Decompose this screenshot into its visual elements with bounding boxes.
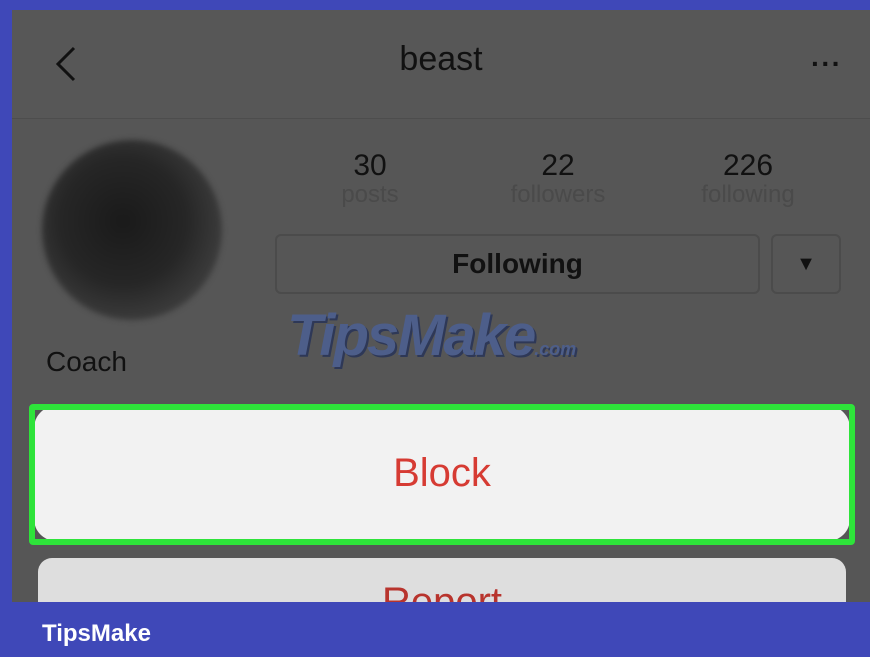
more-dots-icon[interactable]: ···	[811, 48, 842, 80]
stat-followers-label: followers	[510, 181, 606, 208]
watermark-logo: TipsMake.com	[287, 302, 576, 369]
stat-following-value: 226	[722, 149, 774, 182]
stat-followers-value: 22	[541, 149, 575, 182]
avatar[interactable]	[42, 140, 222, 320]
watermark-text: TipsMake	[287, 303, 536, 368]
page-title: beast	[399, 40, 483, 78]
stat-posts-label: posts	[341, 181, 399, 208]
footer-brand: TipsMake	[42, 620, 151, 647]
following-button[interactable]: Following	[275, 234, 760, 294]
phone-screen: beast ··· 30 posts 22 followers 226 foll…	[12, 10, 870, 602]
report-button[interactable]: Report	[38, 558, 846, 602]
triangle-down-icon: ▼	[796, 252, 816, 275]
stat-following[interactable]: 226 following	[668, 150, 828, 208]
display-name: Coach	[46, 346, 127, 377]
stat-following-label: following	[701, 181, 795, 208]
watermark-suffix: .com	[534, 339, 577, 359]
stat-followers[interactable]: 22 followers	[478, 150, 638, 208]
nav-header: beast ···	[12, 10, 870, 119]
block-button[interactable]: Block	[34, 406, 850, 541]
stat-posts-value: 30	[353, 149, 387, 182]
stat-posts[interactable]: 30 posts	[290, 150, 450, 208]
suggestions-dropdown-button[interactable]: ▼	[771, 234, 841, 294]
